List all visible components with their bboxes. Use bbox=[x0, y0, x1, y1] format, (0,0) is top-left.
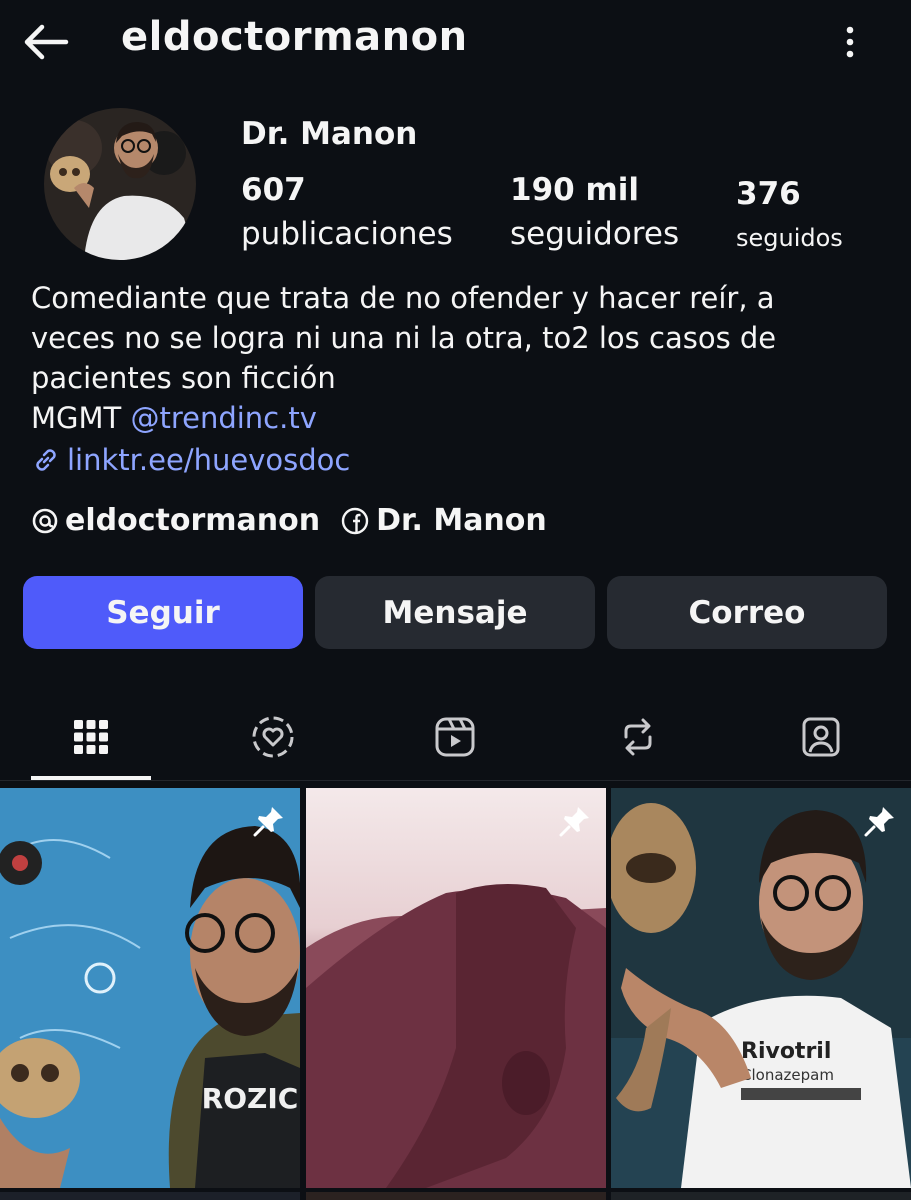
external-link[interactable]: linktr.ee/huevosdoc bbox=[31, 443, 350, 477]
posts-count[interactable]: 607 bbox=[241, 172, 306, 208]
grid-icon bbox=[74, 720, 108, 754]
tab-divider bbox=[0, 780, 911, 781]
followers-count[interactable]: 190 mil bbox=[510, 172, 639, 208]
follow-button[interactable]: Seguir bbox=[23, 576, 303, 649]
pin-icon bbox=[864, 807, 894, 837]
message-button[interactable]: Mensaje bbox=[315, 576, 595, 649]
tab-reposts[interactable] bbox=[613, 712, 663, 762]
bio-line: veces no se logra ni una ni la otra, to2… bbox=[31, 321, 777, 355]
top-bar: eldoctormanon bbox=[0, 0, 911, 90]
heart-circle-icon bbox=[252, 716, 294, 758]
display-name: Dr. Manon bbox=[241, 116, 418, 152]
following-count[interactable]: 376 bbox=[736, 176, 801, 212]
facebook-link[interactable]: Dr. Manon bbox=[340, 503, 547, 538]
repost-icon bbox=[624, 718, 652, 756]
tab-posts[interactable] bbox=[66, 712, 116, 762]
grid-post[interactable]: Rivotril Clonazepam bbox=[611, 788, 911, 1188]
facebook-icon bbox=[341, 507, 369, 534]
followers-label[interactable]: seguidores bbox=[510, 216, 679, 252]
email-button[interactable]: Correo bbox=[607, 576, 887, 649]
reels-icon bbox=[435, 717, 475, 757]
following-label[interactable]: seguidos bbox=[736, 224, 843, 252]
threads-icon bbox=[32, 508, 58, 533]
bio: Comediante que trata de no ofender y hac… bbox=[31, 278, 881, 438]
external-link-text[interactable]: linktr.ee/huevosdoc bbox=[67, 443, 350, 477]
bio-mgmt-line: MGMT @trendinc.tv bbox=[31, 398, 881, 438]
bio-line: Comediante que trata de no ofender y hac… bbox=[31, 281, 775, 315]
tagged-person-icon bbox=[802, 717, 840, 757]
posts-label[interactable]: publicaciones bbox=[241, 216, 453, 252]
social-links: eldoctormanon Dr. Manon bbox=[31, 503, 547, 538]
grid-post[interactable] bbox=[306, 788, 606, 1188]
link-icon bbox=[36, 449, 56, 471]
facebook-name[interactable]: Dr. Manon bbox=[376, 503, 547, 538]
threads-link[interactable]: eldoctormanon bbox=[31, 503, 320, 538]
grid-post-partial[interactable] bbox=[0, 1192, 300, 1200]
arrow-left-icon[interactable] bbox=[22, 22, 70, 62]
grid-post-partial[interactable] bbox=[611, 1192, 911, 1200]
pin-icon bbox=[253, 807, 283, 837]
grid-post-partial[interactable] bbox=[306, 1192, 606, 1200]
mgmt-mention-link[interactable]: @trendinc.tv bbox=[130, 401, 316, 435]
tab-tagged[interactable] bbox=[796, 712, 846, 762]
shirt-subtext: Clonazepam bbox=[741, 1066, 834, 1084]
tab-reels[interactable] bbox=[430, 712, 480, 762]
shirt-text: Rivotril bbox=[741, 1039, 831, 1064]
profile-username: eldoctormanon bbox=[121, 14, 468, 60]
more-vertical-icon[interactable] bbox=[836, 24, 864, 60]
grid-post[interactable]: ROZIC bbox=[0, 788, 300, 1188]
avatar[interactable] bbox=[44, 108, 196, 260]
mgmt-prefix: MGMT bbox=[31, 401, 131, 435]
tab-highlights[interactable] bbox=[248, 712, 298, 762]
shirt-text: ROZIC bbox=[202, 1082, 299, 1115]
pin-icon bbox=[559, 807, 589, 837]
threads-username[interactable]: eldoctormanon bbox=[65, 503, 320, 538]
bio-line: pacientes son ficción bbox=[31, 361, 336, 395]
